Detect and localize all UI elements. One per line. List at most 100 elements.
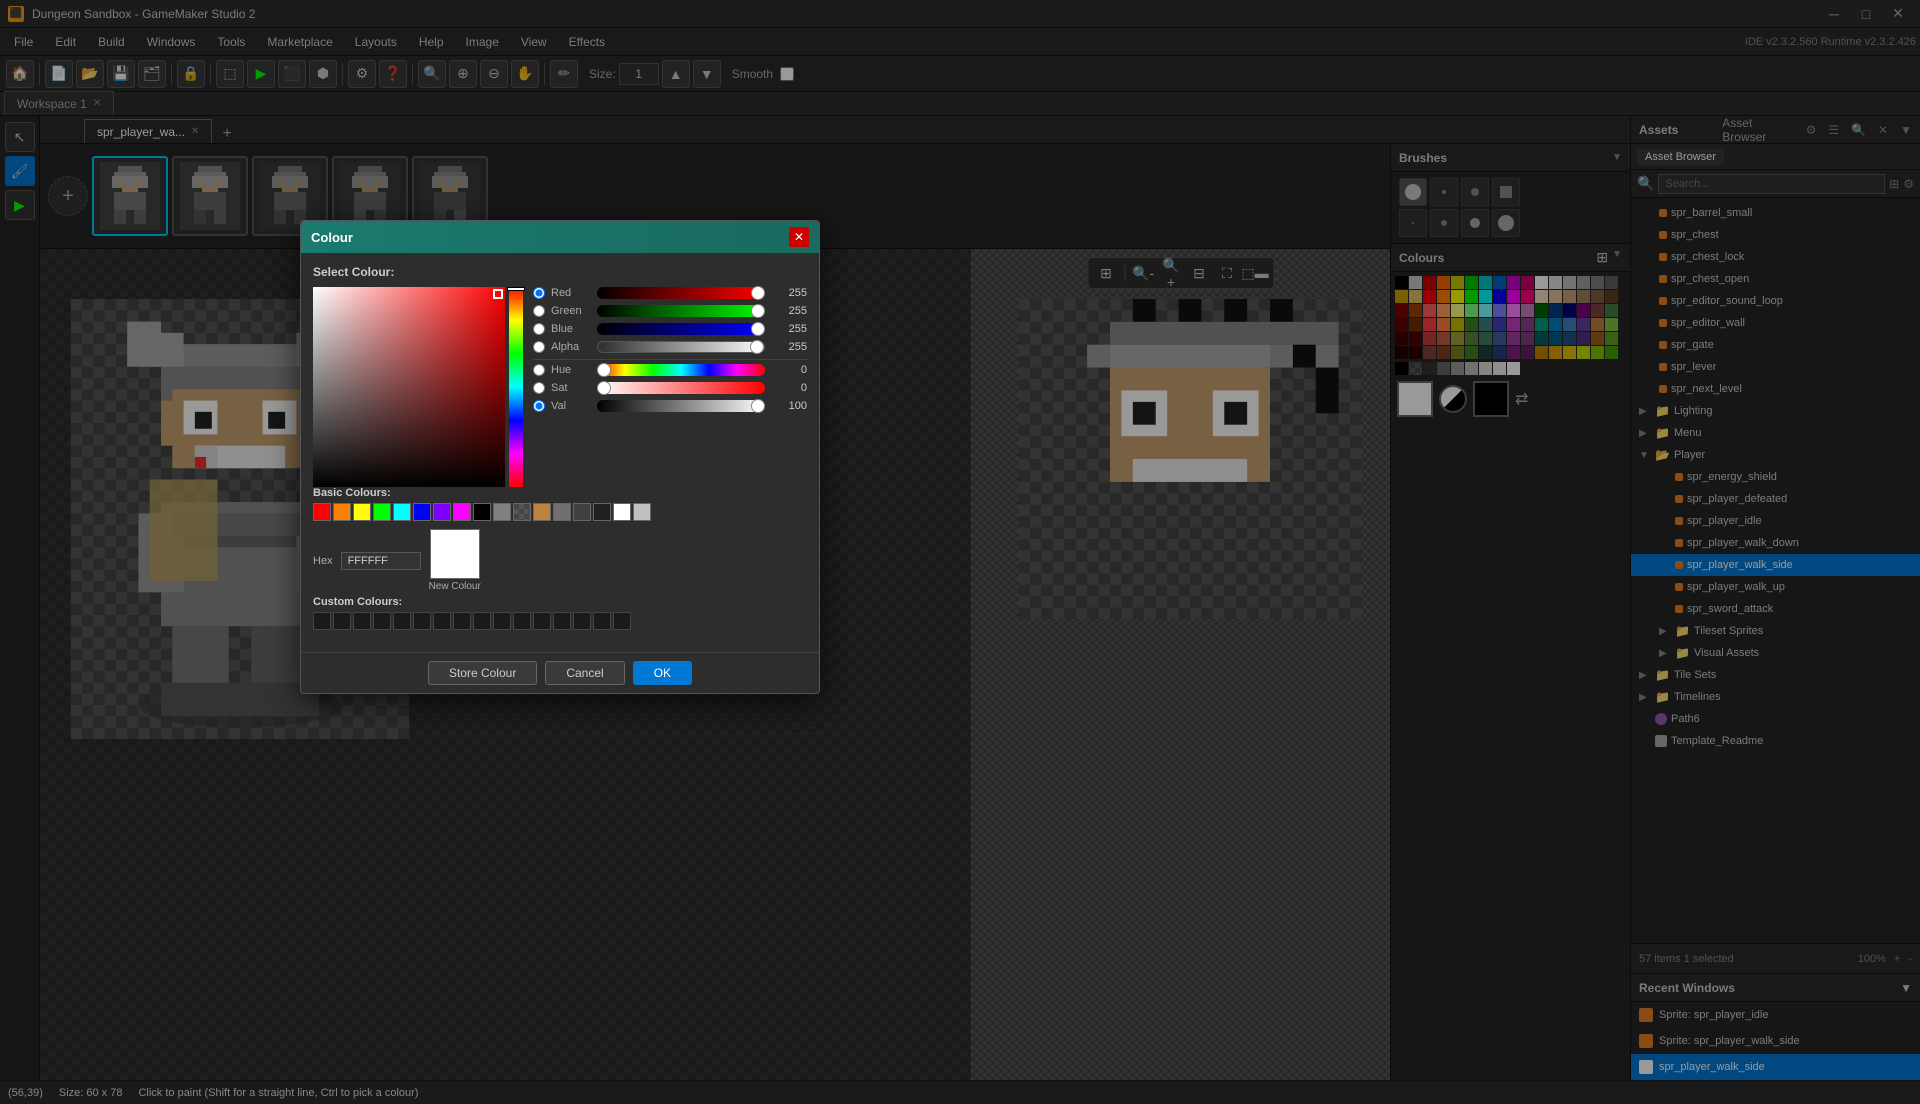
basic-colour-black[interactable] (473, 503, 491, 521)
sat-label: Sat (551, 382, 591, 394)
val-label: Val (551, 400, 591, 412)
basic-colour-orange[interactable] (333, 503, 351, 521)
blue-row: Blue 255 (533, 323, 807, 335)
colour-dialog-body: Select Colour: (301, 253, 819, 652)
basic-colour-white[interactable] (613, 503, 631, 521)
basic-colour-red[interactable] (313, 503, 331, 521)
blue-slider[interactable] (597, 323, 765, 335)
basic-colour-green[interactable] (373, 503, 391, 521)
cursor-coords: (56,39) (8, 1087, 43, 1099)
alpha-radio[interactable] (533, 341, 545, 353)
custom-colour-14[interactable] (573, 612, 591, 630)
colour-dialog-overlay: Colour ✕ Select Colour: (0, 0, 1920, 1080)
custom-colours-grid (313, 612, 807, 630)
alpha-value: 255 (771, 341, 807, 353)
val-slider[interactable] (597, 400, 765, 412)
blue-label: Blue (551, 323, 591, 335)
select-colour-label: Select Colour: (313, 265, 807, 279)
alpha-row: Alpha 255 (533, 341, 807, 353)
hue-label: Hue (551, 364, 591, 376)
green-label: Green (551, 305, 591, 317)
green-slider[interactable] (597, 305, 765, 317)
sat-row: Sat 0 (533, 382, 807, 394)
sat-value: 0 (771, 382, 807, 394)
basic-colour-violet[interactable] (433, 503, 451, 521)
hex-row: Hex FFFFFF New Colour (313, 529, 807, 592)
custom-colour-5[interactable] (393, 612, 411, 630)
red-slider[interactable] (597, 287, 765, 299)
ok-button[interactable]: OK (633, 661, 692, 685)
colour-dialog-close-button[interactable]: ✕ (789, 227, 809, 247)
custom-colour-9[interactable] (473, 612, 491, 630)
red-radio[interactable] (533, 287, 545, 299)
colour-dialog-header: Colour ✕ (301, 221, 819, 253)
colour-picker-area (313, 287, 523, 487)
cancel-button[interactable]: Cancel (545, 661, 624, 685)
custom-colour-7[interactable] (433, 612, 451, 630)
custom-colour-1[interactable] (313, 612, 331, 630)
basic-colour-magenta[interactable] (453, 503, 471, 521)
colour-main: Red 255 Green 255 Blue (313, 287, 807, 487)
basic-colour-yellow[interactable] (353, 503, 371, 521)
custom-colour-16[interactable] (613, 612, 631, 630)
val-row: Val 100 (533, 400, 807, 412)
basic-colour-blue[interactable] (413, 503, 431, 521)
colour-controls: Red 255 Green 255 Blue (533, 287, 807, 487)
basic-colours-label: Basic Colours: (313, 487, 807, 499)
statusbar: (56,39) Size: 60 x 78 Click to paint (Sh… (0, 1080, 1920, 1104)
hex-label: Hex (313, 555, 333, 567)
green-value: 255 (771, 305, 807, 317)
alpha-label: Alpha (551, 341, 591, 353)
alpha-slider[interactable] (597, 341, 765, 353)
colour-dialog-footer: Store Colour Cancel OK (301, 652, 819, 693)
hue-bar[interactable] (509, 287, 523, 487)
custom-colour-6[interactable] (413, 612, 431, 630)
basic-colour-silver[interactable] (633, 503, 651, 521)
colour-picker-gradient[interactable] (313, 287, 505, 487)
custom-colour-10[interactable] (493, 612, 511, 630)
custom-colour-12[interactable] (533, 612, 551, 630)
sprite-size: Size: 60 x 78 (59, 1087, 123, 1099)
sat-radio[interactable] (533, 382, 545, 394)
hue-slider[interactable] (597, 364, 765, 376)
custom-colour-15[interactable] (593, 612, 611, 630)
basic-colour-darker-gray[interactable] (573, 503, 591, 521)
sat-slider[interactable] (597, 382, 765, 394)
red-row: Red 255 (533, 287, 807, 299)
red-label: Red (551, 287, 591, 299)
hue-radio[interactable] (533, 364, 545, 376)
custom-colour-3[interactable] (353, 612, 371, 630)
hue-value: 0 (771, 364, 807, 376)
custom-colour-8[interactable] (453, 612, 471, 630)
custom-colour-11[interactable] (513, 612, 531, 630)
basic-colours-grid (313, 503, 807, 521)
hint-text: Click to paint (Shift for a straight lin… (138, 1087, 1912, 1099)
colour-picker-cursor (493, 289, 503, 299)
basic-colour-dark-gray[interactable] (553, 503, 571, 521)
custom-colours-label: Custom Colours: (313, 596, 807, 608)
hex-input[interactable]: FFFFFF (341, 552, 421, 570)
green-radio[interactable] (533, 305, 545, 317)
custom-colour-2[interactable] (333, 612, 351, 630)
new-colour-label: New Colour (429, 581, 481, 592)
custom-colour-4[interactable] (373, 612, 391, 630)
new-colour-container: New Colour (429, 529, 481, 592)
custom-colour-13[interactable] (553, 612, 571, 630)
new-colour-swatch (430, 529, 480, 579)
blue-value: 255 (771, 323, 807, 335)
green-row: Green 255 (533, 305, 807, 317)
store-colour-button[interactable]: Store Colour (428, 661, 537, 685)
basic-colour-cyan[interactable] (393, 503, 411, 521)
basic-colour-brown[interactable] (533, 503, 551, 521)
basic-colour-darkest[interactable] (593, 503, 611, 521)
basic-colour-gray[interactable] (493, 503, 511, 521)
basic-colour-transparent[interactable] (513, 503, 531, 521)
red-value: 255 (771, 287, 807, 299)
hue-row: Hue 0 (533, 364, 807, 376)
colour-dialog: Colour ✕ Select Colour: (300, 220, 820, 694)
blue-radio[interactable] (533, 323, 545, 335)
colour-dialog-title: Colour (311, 230, 789, 245)
val-radio[interactable] (533, 400, 545, 412)
hue-indicator (507, 287, 525, 291)
val-value: 100 (771, 400, 807, 412)
